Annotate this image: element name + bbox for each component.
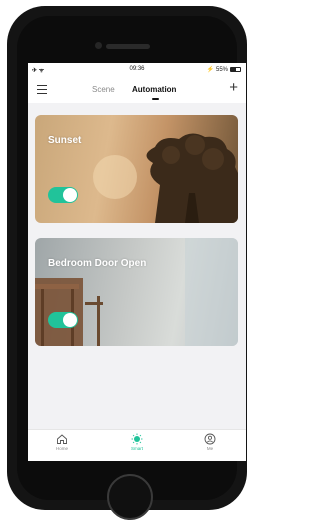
home-hardware-button[interactable] bbox=[107, 474, 153, 520]
bedroom-background-image bbox=[35, 238, 238, 346]
add-icon[interactable]: + bbox=[229, 79, 238, 97]
tab-smart[interactable]: Smart bbox=[117, 433, 157, 451]
tab-home[interactable]: Home bbox=[42, 433, 82, 451]
bottom-tab-bar: Home Smart Me bbox=[28, 429, 246, 461]
sunset-background-image bbox=[93, 133, 238, 223]
front-camera bbox=[95, 42, 102, 49]
tab-smart-label: Smart bbox=[130, 446, 143, 451]
menu-icon[interactable] bbox=[37, 85, 47, 95]
automation-card-bedroom-door[interactable]: Bedroom Door Open bbox=[35, 238, 238, 346]
app-screen: ✈ ᯤ 09:36 ⚡ 55% Scene Automation + Sunse… bbox=[28, 63, 246, 461]
smart-sun-icon bbox=[131, 433, 143, 445]
automation-card-sunset[interactable]: Sunset bbox=[35, 115, 238, 223]
home-icon bbox=[57, 434, 67, 444]
status-battery-percent: ⚡ 55% bbox=[206, 67, 228, 73]
tab-home-label: Home bbox=[55, 446, 68, 451]
tab-me-label: Me bbox=[206, 446, 214, 451]
profile-icon bbox=[204, 433, 216, 445]
status-bar: ✈ ᯤ 09:36 ⚡ 55% bbox=[28, 63, 246, 77]
toggle-knob bbox=[63, 188, 77, 202]
toggle-knob bbox=[63, 313, 77, 327]
tab-me[interactable]: Me bbox=[190, 433, 230, 451]
tab-automation[interactable]: Automation bbox=[132, 85, 176, 94]
active-tab-indicator bbox=[152, 98, 159, 100]
tab-scene[interactable]: Scene bbox=[92, 85, 115, 94]
top-navigation: Scene Automation + bbox=[28, 77, 246, 103]
battery-icon bbox=[230, 67, 241, 72]
automation-name: Sunset bbox=[48, 135, 82, 146]
automation-name: Bedroom Door Open bbox=[48, 258, 147, 269]
automation-toggle[interactable] bbox=[48, 312, 78, 328]
earpiece bbox=[106, 44, 150, 49]
automation-toggle[interactable] bbox=[48, 187, 78, 203]
